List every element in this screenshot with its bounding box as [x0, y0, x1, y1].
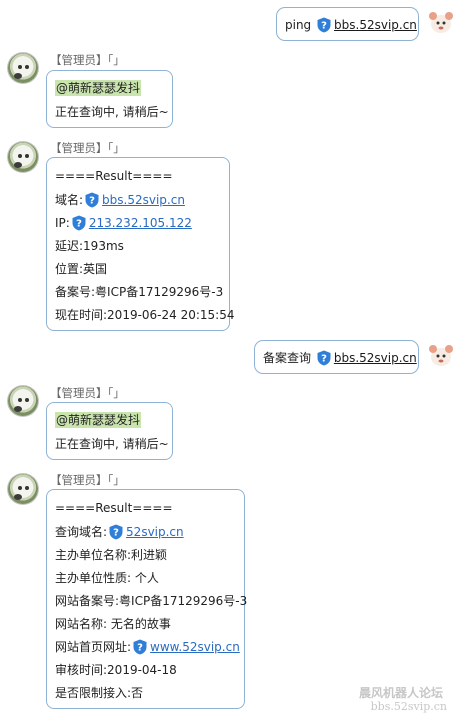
domain-link[interactable]: bbs.52svip.cn: [334, 351, 417, 365]
svg-text:?: ?: [321, 21, 327, 32]
shield-question-icon: ?: [133, 639, 147, 655]
result-header: ====Result====: [55, 501, 173, 515]
icp-text: 网站备案号:粤ICP备17129296号-3: [55, 594, 248, 608]
bot-result-bubble[interactable]: ====Result==== 查询域名:? 52svip.cn 主办单位名称:利进…: [46, 489, 248, 709]
homepage-label: 网站首页网址:: [55, 640, 132, 654]
organizer-type-text: 主办单位性质: 个人: [55, 571, 159, 585]
user-message-bubble[interactable]: 备案查询 ? bbs.52svip.cn: [254, 340, 419, 374]
message-text: 正在查询中, 请稍后~: [55, 437, 169, 451]
watermark-title: 晨风机器人论坛: [358, 686, 443, 700]
time-text: 现在时间:2019-06-24 20:15:54: [55, 308, 235, 322]
command-text: ping: [285, 18, 312, 32]
watermark-url: bbs.52svip.cn: [370, 700, 447, 713]
shield-question-icon: ?: [317, 17, 331, 33]
shield-question-icon: ?: [317, 350, 331, 366]
svg-text:?: ?: [137, 643, 143, 654]
domain-label: 域名:: [55, 193, 84, 207]
location-text: 位置:英国: [55, 262, 108, 276]
site-name-text: 网站名称: 无名的故事: [55, 617, 171, 631]
bot-message-bubble[interactable]: @萌新瑟瑟发抖 正在查询中, 请稍后~: [46, 402, 173, 460]
shield-question-icon: ?: [72, 215, 86, 231]
review-time-text: 审核时间:2019-04-18: [55, 663, 177, 677]
svg-text:?: ?: [89, 196, 95, 207]
sender-name: 【管理员】「」: [50, 53, 125, 67]
ip-label: IP:: [55, 216, 70, 230]
ip-link[interactable]: 213.232.105.122: [89, 216, 192, 230]
sender-name: 【管理员】「」: [50, 473, 125, 487]
access-restricted-text: 是否限制接入:否: [55, 686, 144, 700]
mention-tag[interactable]: @萌新瑟瑟发抖: [55, 80, 142, 96]
domain-link[interactable]: bbs.52svip.cn: [102, 193, 185, 207]
bot-avatar[interactable]: [8, 142, 38, 172]
message-text: 正在查询中, 请稍后~: [55, 105, 169, 119]
mention-tag[interactable]: @萌新瑟瑟发抖: [55, 412, 142, 428]
user-message-bubble[interactable]: ping ? bbs.52svip.cn: [276, 7, 419, 41]
bot-avatar[interactable]: [8, 53, 38, 83]
shield-question-icon: ?: [109, 524, 123, 540]
domain-link[interactable]: 52svip.cn: [126, 525, 184, 539]
organizer-name-text: 主办单位名称:利进颖: [55, 548, 168, 562]
bot-result-bubble[interactable]: ====Result==== 域名:? bbs.52svip.cn IP:? 213…: [46, 157, 235, 331]
bot-avatar[interactable]: [8, 474, 38, 504]
user-avatar[interactable]: [428, 10, 454, 36]
query-domain-label: 查询域名:: [55, 525, 108, 539]
user-avatar[interactable]: [428, 343, 454, 369]
homepage-link[interactable]: www.52svip.cn: [150, 640, 240, 654]
result-header: ====Result====: [55, 169, 173, 183]
latency-text: 延迟:193ms: [55, 239, 124, 253]
icp-text: 备案号:粤ICP备17129296号-3: [55, 285, 224, 299]
shield-question-icon: ?: [85, 192, 99, 208]
sender-name: 【管理员】「」: [50, 386, 125, 400]
sender-name: 【管理员】「」: [50, 141, 125, 155]
bot-avatar[interactable]: [8, 386, 38, 416]
svg-text:?: ?: [321, 354, 327, 365]
domain-link[interactable]: bbs.52svip.cn: [334, 18, 417, 32]
bot-message-bubble[interactable]: @萌新瑟瑟发抖 正在查询中, 请稍后~: [46, 70, 173, 128]
svg-text:?: ?: [113, 528, 119, 539]
command-text: 备案查询: [263, 351, 312, 365]
svg-text:?: ?: [76, 219, 82, 230]
